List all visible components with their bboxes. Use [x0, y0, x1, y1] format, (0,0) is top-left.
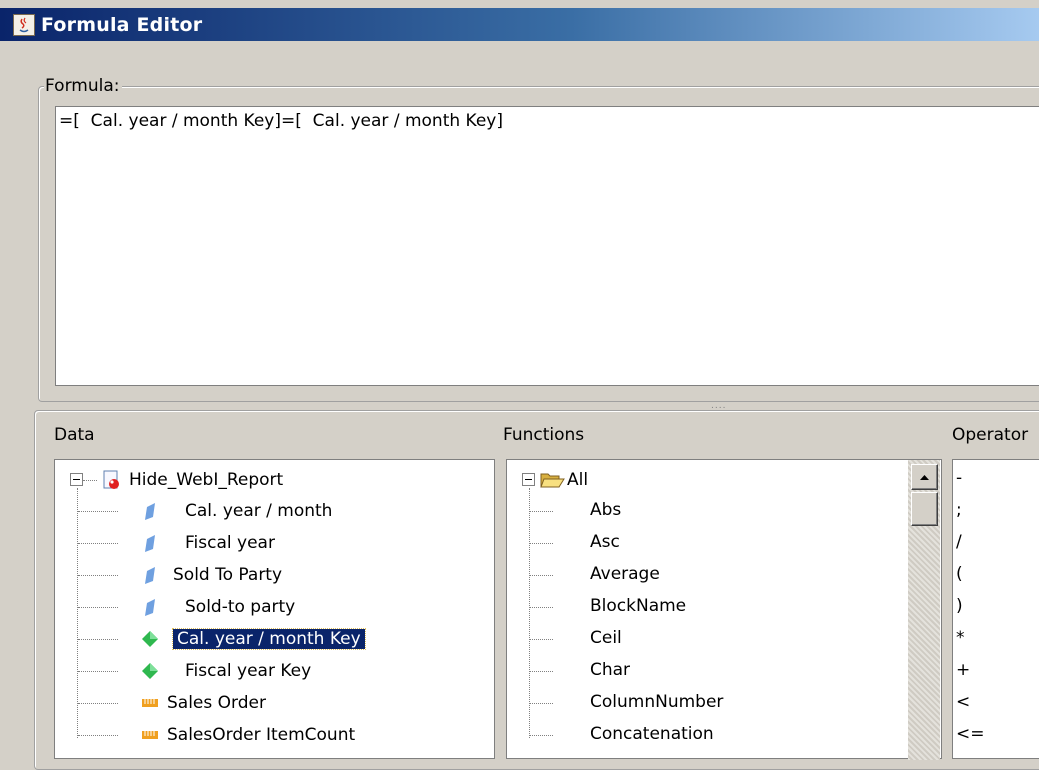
function-item[interactable]: Asc — [590, 527, 620, 557]
operator-item[interactable]: <= — [956, 719, 985, 749]
function-item[interactable]: ColumnNumber — [590, 687, 723, 717]
functions-root[interactable]: All — [539, 465, 588, 495]
java-icon — [13, 13, 35, 36]
operator-label: ) — [956, 596, 963, 616]
tree-item[interactable]: Fiscal year Key — [141, 656, 311, 686]
tree-item[interactable]: Sold-to party — [143, 592, 295, 622]
operator-label: / — [956, 532, 962, 552]
function-item[interactable]: Average — [590, 559, 660, 589]
formula-legend: Formula: — [44, 76, 123, 96]
operator-item[interactable]: ; — [956, 495, 962, 525]
scroll-thumb[interactable] — [911, 492, 938, 526]
detail-icon — [142, 631, 158, 647]
dimension-icon — [145, 503, 155, 520]
measure-icon — [142, 699, 158, 707]
function-item[interactable]: BlockName — [590, 591, 686, 621]
operator-item[interactable]: / — [956, 527, 962, 557]
operator-item[interactable]: + — [956, 655, 970, 685]
function-label: ColumnNumber — [590, 692, 724, 712]
tree-item[interactable]: SalesOrder ItemCount — [142, 720, 355, 750]
tree-root[interactable]: Hide_WebI_Report — [101, 465, 283, 495]
operator-item[interactable]: * — [956, 623, 965, 653]
tree-item-selected[interactable]: Cal. year / month Key — [141, 624, 366, 654]
function-item[interactable]: Abs — [590, 495, 621, 525]
operator-label: ; — [956, 500, 962, 520]
operator-item[interactable]: < — [956, 687, 970, 717]
dimension-icon — [145, 567, 155, 584]
formula-text: =[ Cal. year / month Key]=[ Cal. year / … — [59, 111, 503, 131]
collapse-icon[interactable] — [522, 473, 535, 486]
operator-item[interactable]: - — [956, 463, 962, 493]
tree-item[interactable]: Fiscal year — [143, 528, 275, 558]
measure-icon — [142, 731, 158, 739]
tree-item-label: Fiscal year Key — [185, 661, 312, 681]
detail-icon — [142, 663, 158, 679]
function-label: BlockName — [590, 596, 687, 616]
operators-label: Operator — [952, 425, 1029, 445]
operator-item[interactable]: ( — [956, 559, 963, 589]
tree-item-label: Sales Order — [167, 693, 266, 713]
function-label: Average — [590, 564, 660, 584]
formula-text-area[interactable]: =[ Cal. year / month Key]=[ Cal. year / … — [55, 106, 1039, 386]
operator-label: * — [956, 628, 965, 648]
tree-item[interactable]: Sold To Party — [143, 560, 282, 590]
tree-item[interactable]: Cal. year / month — [143, 496, 332, 526]
function-item[interactable]: Char — [590, 655, 630, 685]
window-title: Formula Editor — [41, 13, 203, 36]
tree-item-label: Sold To Party — [173, 565, 283, 585]
dimension-icon — [145, 599, 155, 616]
tree-item[interactable]: Sales Order — [142, 688, 266, 718]
collapse-icon[interactable] — [70, 473, 83, 486]
tree-item-label: Cal. year / month Key — [172, 628, 366, 650]
functions-root-label: All — [567, 470, 589, 490]
functions-tree[interactable]: All — [506, 459, 942, 759]
function-item[interactable]: Ceil — [590, 623, 622, 653]
functions-label: Functions — [503, 425, 585, 445]
function-item[interactable]: Concatenation — [590, 719, 714, 749]
arrow-up-icon — [920, 475, 929, 480]
dimension-icon — [145, 535, 155, 552]
data-tree[interactable]: Hide_WebI_Report Cal. year / month Fisca… — [54, 459, 495, 759]
operator-item[interactable]: ) — [956, 591, 963, 621]
scroll-up-button[interactable] — [911, 464, 938, 490]
report-icon — [103, 470, 119, 489]
tree-item-label: Fiscal year — [185, 533, 275, 553]
tree-root-label: Hide_WebI_Report — [129, 470, 284, 490]
title-bar[interactable]: Formula Editor — [0, 8, 1039, 41]
function-label: Abs — [590, 500, 622, 520]
data-label: Data — [54, 425, 95, 445]
tree-item-label: Cal. year / month — [185, 501, 333, 521]
function-label: Concatenation — [590, 724, 714, 744]
splitter-handle[interactable]: .... — [711, 402, 726, 411]
operator-label: ( — [956, 564, 963, 584]
operator-label: < — [956, 692, 971, 712]
function-label: Asc — [590, 532, 620, 552]
tree-item-label: Sold-to party — [185, 597, 296, 617]
operator-label: <= — [956, 724, 985, 744]
function-label: Ceil — [590, 628, 622, 648]
function-label: Char — [590, 660, 631, 680]
operator-label: - — [956, 468, 963, 488]
tree-item-label: SalesOrder ItemCount — [167, 725, 356, 745]
operator-label: + — [956, 660, 971, 680]
functions-scrollbar[interactable] — [908, 460, 940, 760]
folder-open-icon — [540, 473, 565, 488]
